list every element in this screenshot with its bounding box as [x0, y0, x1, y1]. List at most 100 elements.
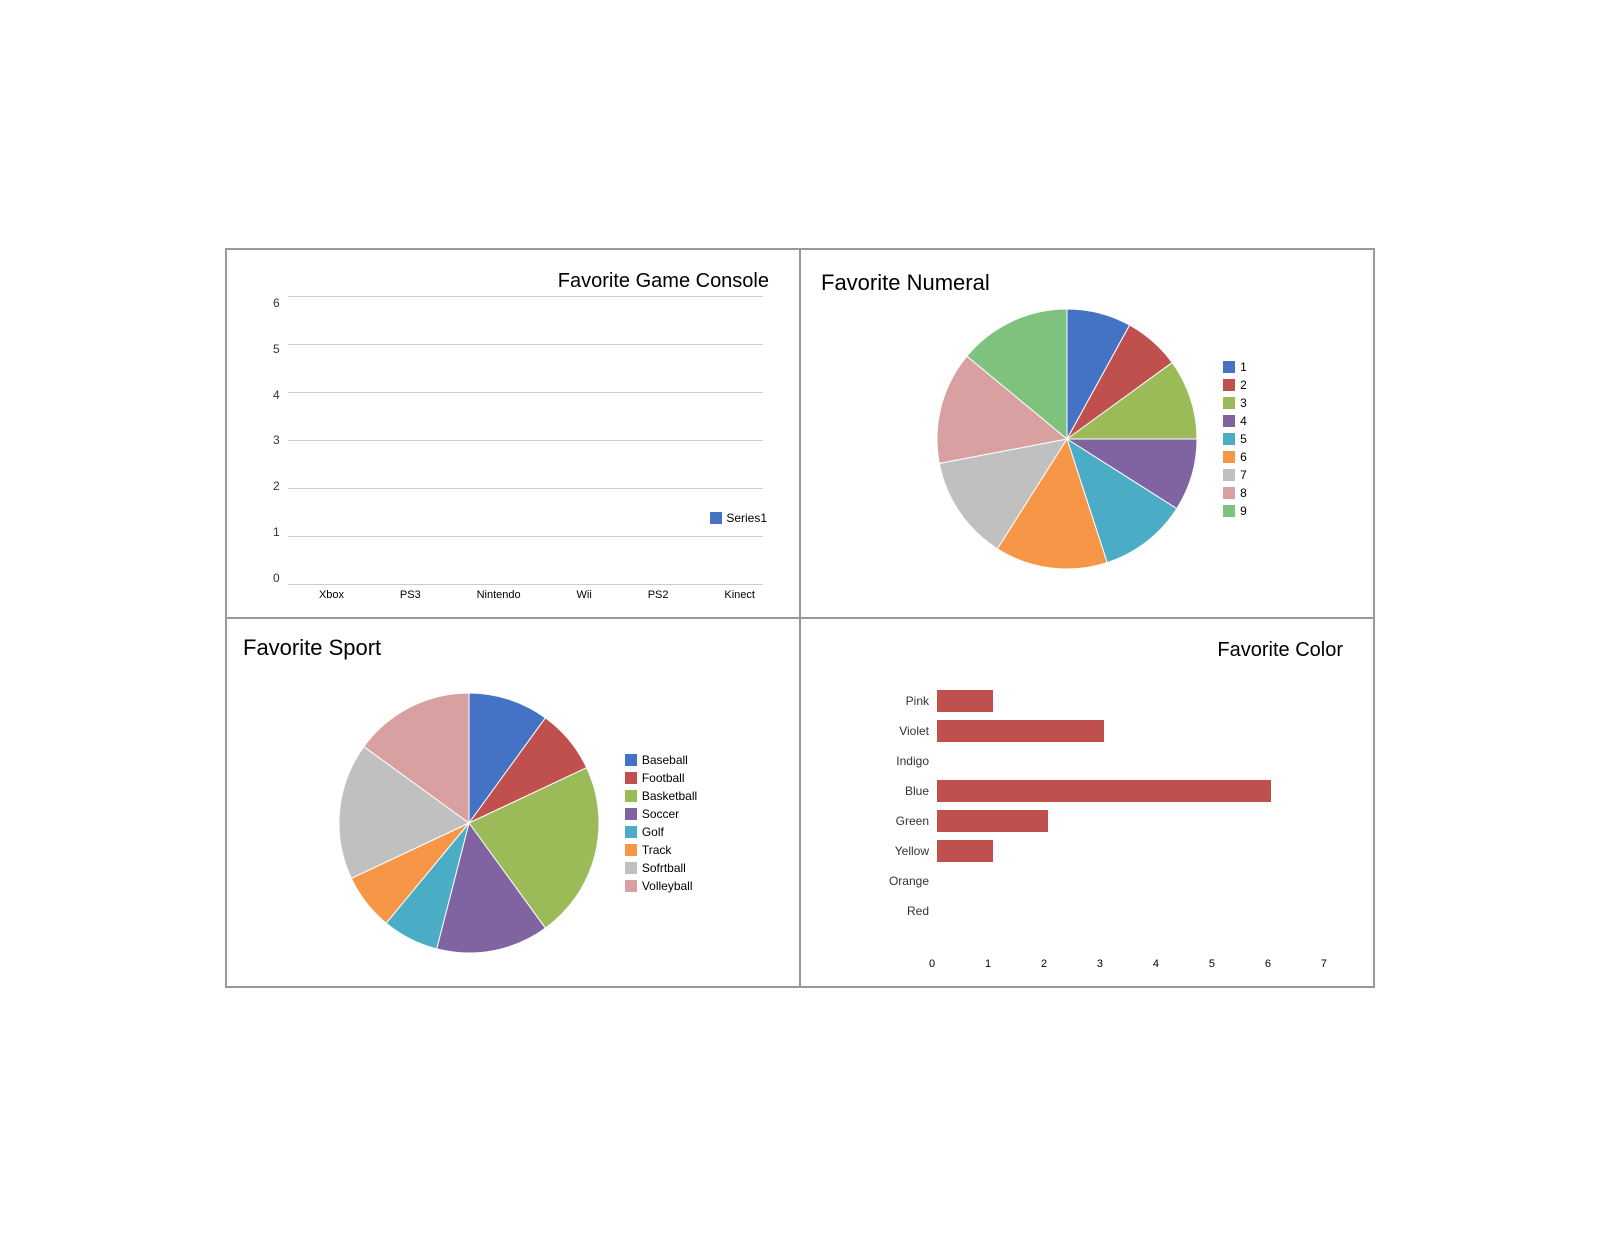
legend-label: 7: [1240, 468, 1247, 482]
y-label: 4: [273, 388, 280, 402]
hbar-row: Green: [877, 810, 1327, 832]
hbar-row: Indigo: [877, 750, 1327, 772]
hbar-row: Yellow: [877, 840, 1327, 862]
legend-item: 5: [1223, 432, 1247, 446]
hbar-rect: [937, 810, 1048, 832]
legend-color-box: [625, 880, 637, 892]
legend-label: Golf: [642, 825, 664, 839]
bar-legend-label: Series1: [726, 511, 767, 525]
hbar-x-label: 7: [1321, 958, 1327, 970]
legend-item: Soccer: [625, 807, 697, 821]
legend-item: 6: [1223, 450, 1247, 464]
hbar-wrap: [937, 780, 1327, 802]
y-label: 1: [273, 525, 280, 539]
hbar-x-labels: 01234567: [817, 956, 1357, 970]
legend-label: Baseball: [642, 753, 688, 767]
hbar-x-label: 1: [985, 958, 991, 970]
hbar-wrap: [937, 900, 1327, 922]
legend-color-box: [625, 808, 637, 820]
numeral-legend: 1 2 3 4 5 6 7 8 9: [1223, 360, 1247, 518]
sport-pie-chart: [329, 683, 609, 963]
hbar-wrap: [937, 810, 1327, 832]
legend-label: 2: [1240, 378, 1247, 392]
legend-item: 2: [1223, 378, 1247, 392]
hbar-rect: [937, 780, 1271, 802]
hbar-rect: [937, 720, 1104, 742]
legend-color-box: [1223, 505, 1235, 517]
legend-item: 1: [1223, 360, 1247, 374]
numeral-pie-chart: [927, 299, 1207, 579]
legend-color-box: [625, 826, 637, 838]
sport-pie-area: Baseball Football Basketball Soccer Golf Trac…: [243, 635, 783, 970]
legend-item: 7: [1223, 468, 1247, 482]
hbar-wrap: [937, 870, 1327, 892]
panel-color: Favorite Color Pink Violet Indigo Blue Green…: [800, 618, 1374, 987]
hbar-wrap: [937, 840, 1327, 862]
legend-item: Sofrtball: [625, 861, 697, 875]
y-axis-labels: 0123456: [273, 296, 280, 585]
hbar-x-label: 2: [1041, 958, 1047, 970]
x-label: Xbox: [319, 589, 344, 601]
legend-item: Football: [625, 771, 697, 785]
legend-label: Basketball: [642, 789, 697, 803]
legend-label: 1: [1240, 360, 1247, 374]
hbar-label: Indigo: [877, 754, 929, 768]
x-label: Kinect: [724, 589, 755, 601]
hbar-label: Green: [877, 814, 929, 828]
legend-color-box: [625, 844, 637, 856]
numeral-title: Favorite Numeral: [821, 270, 990, 296]
legend-item: 4: [1223, 414, 1247, 428]
legend-label: 9: [1240, 504, 1247, 518]
hbar-row: Violet: [877, 720, 1327, 742]
dashboard: Favorite Game Console 0123456 Series1 Xb…: [225, 248, 1375, 988]
y-label: 3: [273, 433, 280, 447]
legend-item: 8: [1223, 486, 1247, 500]
legend-item: Golf: [625, 825, 697, 839]
hbar-row: Orange: [877, 870, 1327, 892]
color-title: Favorite Color: [1217, 639, 1343, 662]
hbar-wrap: [937, 690, 1327, 712]
hbar-x-label: 6: [1265, 958, 1271, 970]
legend-item: Basketball: [625, 789, 697, 803]
hbar-label: Pink: [877, 694, 929, 708]
sport-legend: Baseball Football Basketball Soccer Golf Trac…: [625, 753, 697, 893]
legend-color-box: [1223, 397, 1235, 409]
y-label: 6: [273, 296, 280, 310]
hbar-label: Violet: [877, 724, 929, 738]
hbar-label: Blue: [877, 784, 929, 798]
bar-legend: Series1: [710, 511, 767, 525]
legend-color-box: [1223, 379, 1235, 391]
x-label: Wii: [577, 589, 592, 601]
legend-color-box: [625, 862, 637, 874]
legend-color-box: [1223, 361, 1235, 373]
legend-label: Soccer: [642, 807, 679, 821]
legend-label: 4: [1240, 414, 1247, 428]
x-label: Nintendo: [477, 589, 521, 601]
legend-color-box: [625, 754, 637, 766]
legend-item: Baseball: [625, 753, 697, 767]
legend-color-box: [1223, 451, 1235, 463]
sport-title: Favorite Sport: [243, 635, 381, 661]
legend-color-box: [625, 772, 637, 784]
y-label: 0: [273, 571, 280, 585]
y-label: 5: [273, 342, 280, 356]
hbar-label: Red: [877, 904, 929, 918]
panel-game-console: Favorite Game Console 0123456 Series1 Xb…: [226, 249, 800, 618]
legend-item: 9: [1223, 504, 1247, 518]
hbar-x-label: 0: [929, 958, 935, 970]
bar-legend-color: [710, 512, 722, 524]
legend-item: 3: [1223, 396, 1247, 410]
hbar-rect: [937, 840, 993, 862]
hbar-row: Red: [877, 900, 1327, 922]
legend-label: 3: [1240, 396, 1247, 410]
hbar-wrap: [937, 720, 1327, 742]
x-label: PS2: [648, 589, 669, 601]
hbar-x-label: 4: [1153, 958, 1159, 970]
legend-label: Volleyball: [642, 879, 693, 893]
hbar-label: Orange: [877, 874, 929, 888]
legend-label: 5: [1240, 432, 1247, 446]
hbar-wrap: [937, 750, 1327, 772]
legend-item: Track: [625, 843, 697, 857]
panel-sport: Favorite Sport Baseball Football Basketbal…: [226, 618, 800, 987]
hbar-x-label: 3: [1097, 958, 1103, 970]
